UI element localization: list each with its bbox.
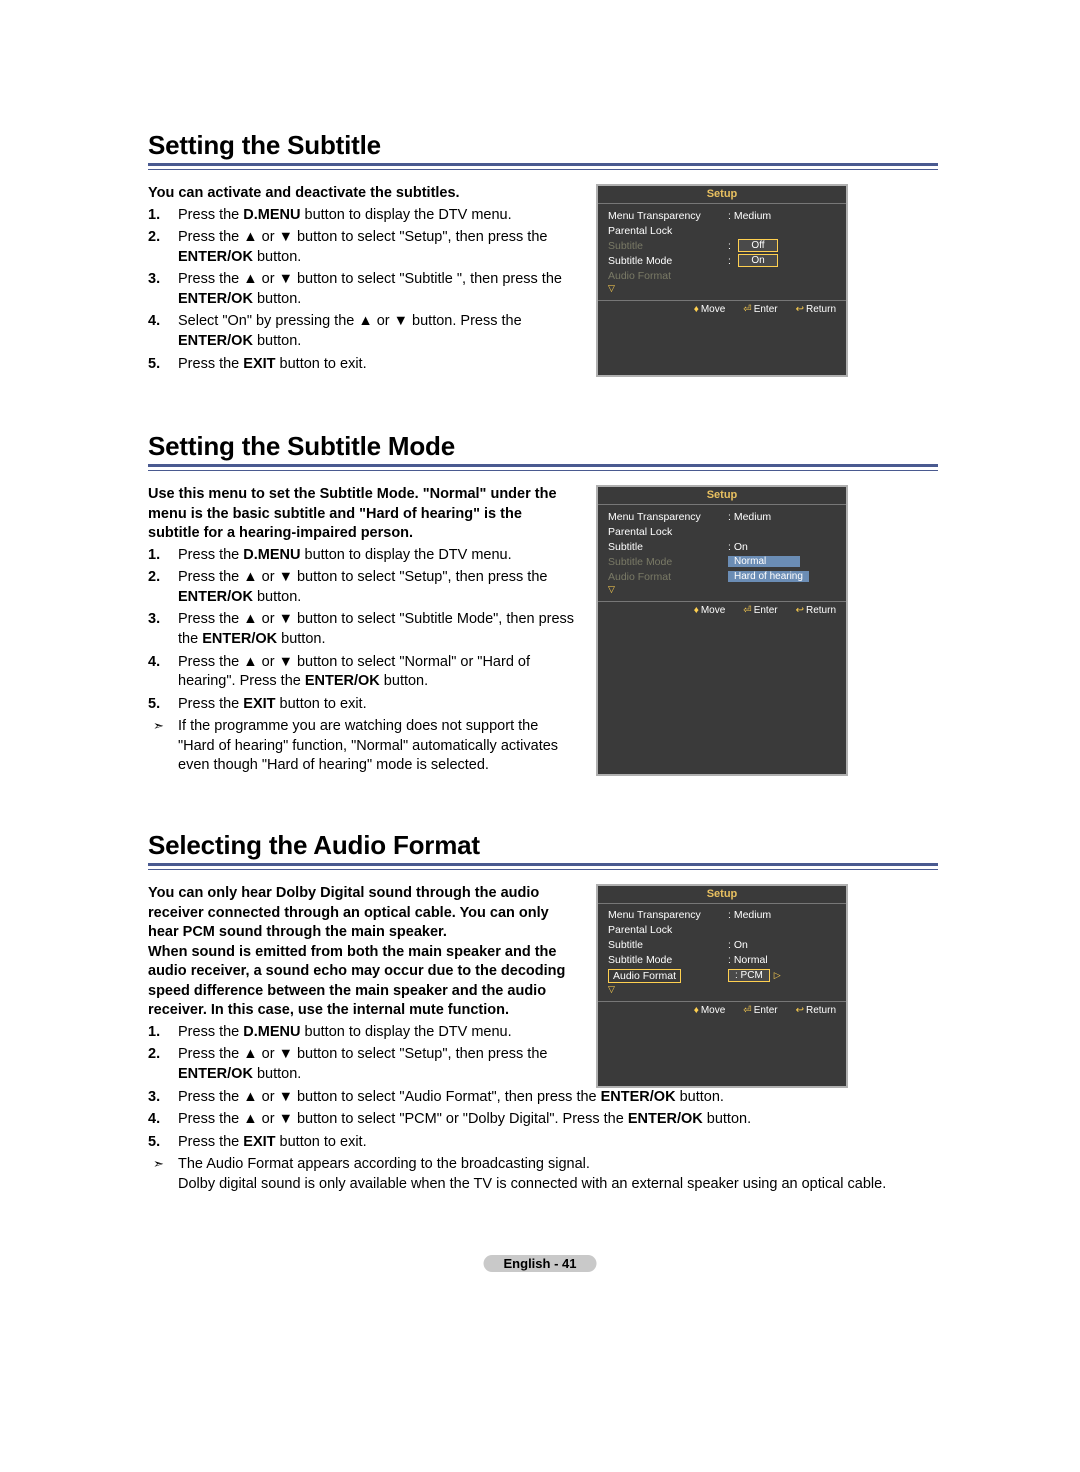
steps-list: Press the D.MENU button to display the D… [148,546,576,715]
triangle-down-icon: ▽ [598,584,846,595]
step-item: Press the EXIT button to exit. [148,695,576,715]
step-item: Press the D.MENU button to display the D… [148,206,576,226]
section-subtitle: Setting the Subtitle You can activate an… [148,130,938,377]
step-item: Press the ▲ or ▼ button to select "Setup… [148,1045,576,1084]
osd-row: Subtitle Mode: Normal [598,953,846,968]
step-item: Press the EXIT button to exit. [148,355,576,375]
osd-row: Audio Format [598,268,846,283]
section-rule [148,163,938,170]
steps-list: Press the D.MENU button to display the D… [148,206,576,375]
osd-row: Parental Lock [598,223,846,238]
steps-list: Press the D.MENU button to display the D… [148,1023,576,1085]
osd-row: Subtitle: On [598,539,846,554]
triangle-down-icon: ▽ [598,984,846,995]
osd-row: Subtitle:Off [598,238,846,253]
osd-row: Subtitle Mode:On [598,253,846,268]
steps-list-cont: Press the ▲ or ▼ button to select "Audio… [148,1088,938,1153]
osd-footer: ♦Move⏎Enter↩Return [598,1001,846,1018]
page-number: English - 41 [484,1255,597,1272]
osd-footer: ♦Move⏎Enter↩Return [598,300,846,317]
text-column: You can activate and deactivate the subt… [148,184,576,377]
osd-footer: ♦Move⏎Enter↩Return [598,601,846,618]
osd-row: Subtitle ModeNormal [598,554,846,569]
section-subtitle-mode: Setting the Subtitle Mode Use this menu … [148,431,938,776]
page-content: Setting the Subtitle You can activate an… [148,130,938,1248]
osd-screenshot: Setup Menu Transparency: MediumParental L… [596,485,848,776]
step-item: Press the ▲ or ▼ button to select "Setup… [148,568,576,607]
osd-title: Setup [598,186,846,204]
osd-row: Audio FormatHard of hearing [598,569,846,584]
note-item: The Audio Format appears according to th… [148,1155,938,1194]
intro-text: Use this menu to set the Subtitle Mode. … [148,485,576,544]
osd-row: Subtitle: On [598,938,846,953]
osd-row: Menu Transparency: Medium [598,509,846,524]
triangle-down-icon: ▽ [598,283,846,294]
step-item: Press the ▲ or ▼ button to select "Norma… [148,653,576,692]
osd-title: Setup [598,487,846,505]
step-item: Press the ▲ or ▼ button to select "PCM" … [148,1110,938,1130]
step-item: Press the ▲ or ▼ button to select "Subti… [148,610,576,649]
section-title: Setting the Subtitle Mode [148,431,938,462]
step-item: Press the D.MENU button to display the D… [148,1023,576,1043]
step-item: Select "On" by pressing the ▲ or ▼ butto… [148,312,576,351]
osd-row: Menu Transparency: Medium [598,908,846,923]
step-item: Press the ▲ or ▼ button to select "Audio… [148,1088,938,1108]
section-audio-format: Selecting the Audio Format You can only … [148,830,938,1194]
osd-row: Parental Lock [598,524,846,539]
osd-row: Parental Lock [598,923,846,938]
section-title: Selecting the Audio Format [148,830,938,861]
intro-text: You can activate and deactivate the subt… [148,184,576,204]
section-rule [148,464,938,471]
section-title: Setting the Subtitle [148,130,938,161]
section-rule [148,863,938,870]
note-item: If the programme you are watching does n… [148,717,576,776]
osd-screenshot: Setup Menu Transparency: MediumParental L… [596,884,848,1088]
text-column: You can only hear Dolby Digital sound th… [148,884,938,1194]
step-item: Press the D.MENU button to display the D… [148,546,576,566]
step-item: Press the EXIT button to exit. [148,1133,938,1153]
osd-row: Audio Format: PCM▷ [598,968,846,984]
osd-screenshot: Setup Menu Transparency: MediumParental L… [596,184,848,377]
step-item: Press the ▲ or ▼ button to select "Setup… [148,228,576,267]
osd-title: Setup [598,886,846,904]
step-item: Press the ▲ or ▼ button to select "Subti… [148,270,576,309]
intro-text: You can only hear Dolby Digital sound th… [148,884,576,1021]
osd-row: Menu Transparency: Medium [598,208,846,223]
text-column: Use this menu to set the Subtitle Mode. … [148,485,576,776]
